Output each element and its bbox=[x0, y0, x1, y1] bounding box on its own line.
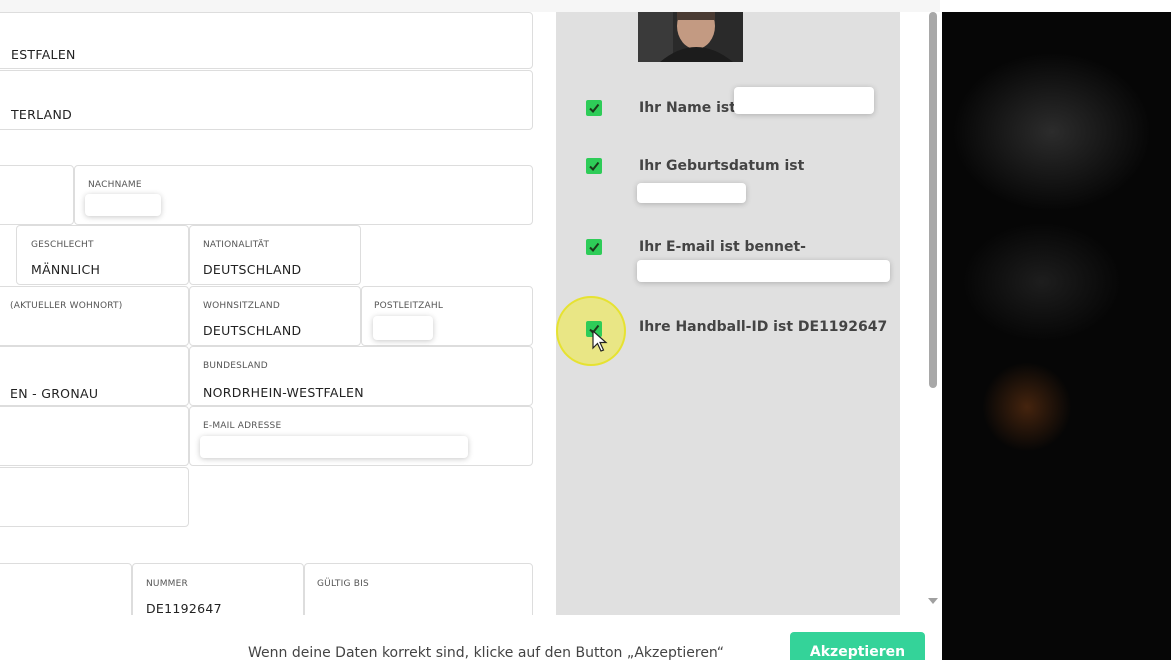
surname-label: NACHNAME bbox=[88, 180, 142, 190]
state-value: ESTFALEN bbox=[11, 47, 76, 62]
number-label: NUMMER bbox=[146, 579, 188, 589]
residence-country-label: WOHNSITZLAND bbox=[203, 301, 280, 311]
country-field: TERLAND bbox=[0, 70, 533, 130]
phone-field bbox=[0, 406, 189, 466]
birthdate-checkbox[interactable] bbox=[586, 158, 602, 174]
checkmark-icon bbox=[589, 103, 600, 114]
footer-bar: Wenn deine Daten korrekt sind, klicke au… bbox=[0, 615, 940, 660]
checkmark-icon bbox=[589, 161, 600, 172]
gender-value: MÄNNLICH bbox=[31, 262, 101, 277]
bundesland-field: BUNDESLAND NORDRHEIN-WESTFALEN bbox=[189, 346, 533, 406]
accept-button[interactable]: Akzeptieren bbox=[790, 632, 925, 660]
nationality-field: NATIONALITÄT DEUTSCHLAND bbox=[189, 225, 361, 285]
valid-until-label: GÜLTIG BIS bbox=[317, 579, 369, 589]
surname-field: NACHNAME bbox=[74, 165, 533, 225]
birthdate-claim: Ihr Geburtsdatum ist bbox=[639, 158, 805, 174]
gender-label: GESCHLECHT bbox=[31, 240, 94, 250]
email-label: E-MAIL ADRESSE bbox=[203, 421, 282, 431]
email-redaction bbox=[200, 436, 468, 458]
top-strip bbox=[0, 0, 940, 12]
extra-field bbox=[0, 467, 189, 527]
cursor-icon bbox=[592, 330, 608, 352]
personal-data-form: ESTFALEN TERLAND NACHNAME GESCHLECHT MÄN… bbox=[0, 12, 556, 615]
firstname-field bbox=[0, 165, 74, 225]
bundesland-value: NORDRHEIN-WESTFALEN bbox=[203, 385, 364, 400]
nationality-label: NATIONALITÄT bbox=[203, 240, 270, 250]
gender-field: GESCHLECHT MÄNNLICH bbox=[16, 225, 189, 285]
residence-country-value: DEUTSCHLAND bbox=[203, 323, 302, 338]
bundesland-label: BUNDESLAND bbox=[203, 361, 268, 371]
postcode-label: POSTLEITZAHL bbox=[374, 301, 444, 311]
name-claim: Ihr Name ist bbox=[639, 100, 736, 116]
city-value: EN - GRONAU bbox=[10, 386, 99, 401]
handball-id-claim: Ihre Handball-ID ist DE1192647 bbox=[639, 319, 888, 335]
email-checkbox[interactable] bbox=[586, 239, 602, 255]
residence-country-field: WOHNSITZLAND DEUTSCHLAND bbox=[189, 286, 361, 346]
scroll-down-arrow-icon[interactable] bbox=[928, 598, 938, 604]
city-name-field: EN - GRONAU bbox=[0, 346, 189, 406]
postcode-field: POSTLEITZAHL bbox=[361, 286, 533, 346]
scrollbar-thumb[interactable] bbox=[929, 12, 937, 388]
birthdate-redaction bbox=[637, 183, 746, 203]
postcode-redaction bbox=[373, 316, 433, 340]
verification-panel: Ihr Name ist Ihr Geburtsdatum ist Ihr E-… bbox=[556, 12, 900, 615]
state-field: ESTFALEN bbox=[0, 12, 533, 69]
name-redaction bbox=[734, 87, 874, 114]
email-field: E-MAIL ADRESSE bbox=[189, 406, 533, 466]
city-field: (AKTUELLER WOHNORT) bbox=[0, 286, 189, 346]
id-type-field bbox=[0, 563, 132, 615]
valid-until-field: GÜLTIG BIS bbox=[304, 563, 533, 615]
city-label: (AKTUELLER WOHNORT) bbox=[10, 301, 123, 311]
number-field: NUMMER DE1192647 bbox=[132, 563, 304, 615]
name-checkbox[interactable] bbox=[586, 100, 602, 116]
footer-instruction: Wenn deine Daten korrekt sind, klicke au… bbox=[248, 645, 725, 660]
profile-photo bbox=[638, 12, 743, 62]
blurred-video-area bbox=[942, 12, 1171, 660]
email-claim-redaction bbox=[637, 260, 890, 282]
nationality-value: DEUTSCHLAND bbox=[203, 262, 302, 277]
email-claim: Ihr E-mail ist bennet- bbox=[639, 239, 806, 255]
checkmark-icon bbox=[589, 242, 600, 253]
number-value: DE1192647 bbox=[146, 601, 222, 615]
surname-redaction bbox=[85, 194, 161, 216]
country-value: TERLAND bbox=[11, 107, 73, 122]
